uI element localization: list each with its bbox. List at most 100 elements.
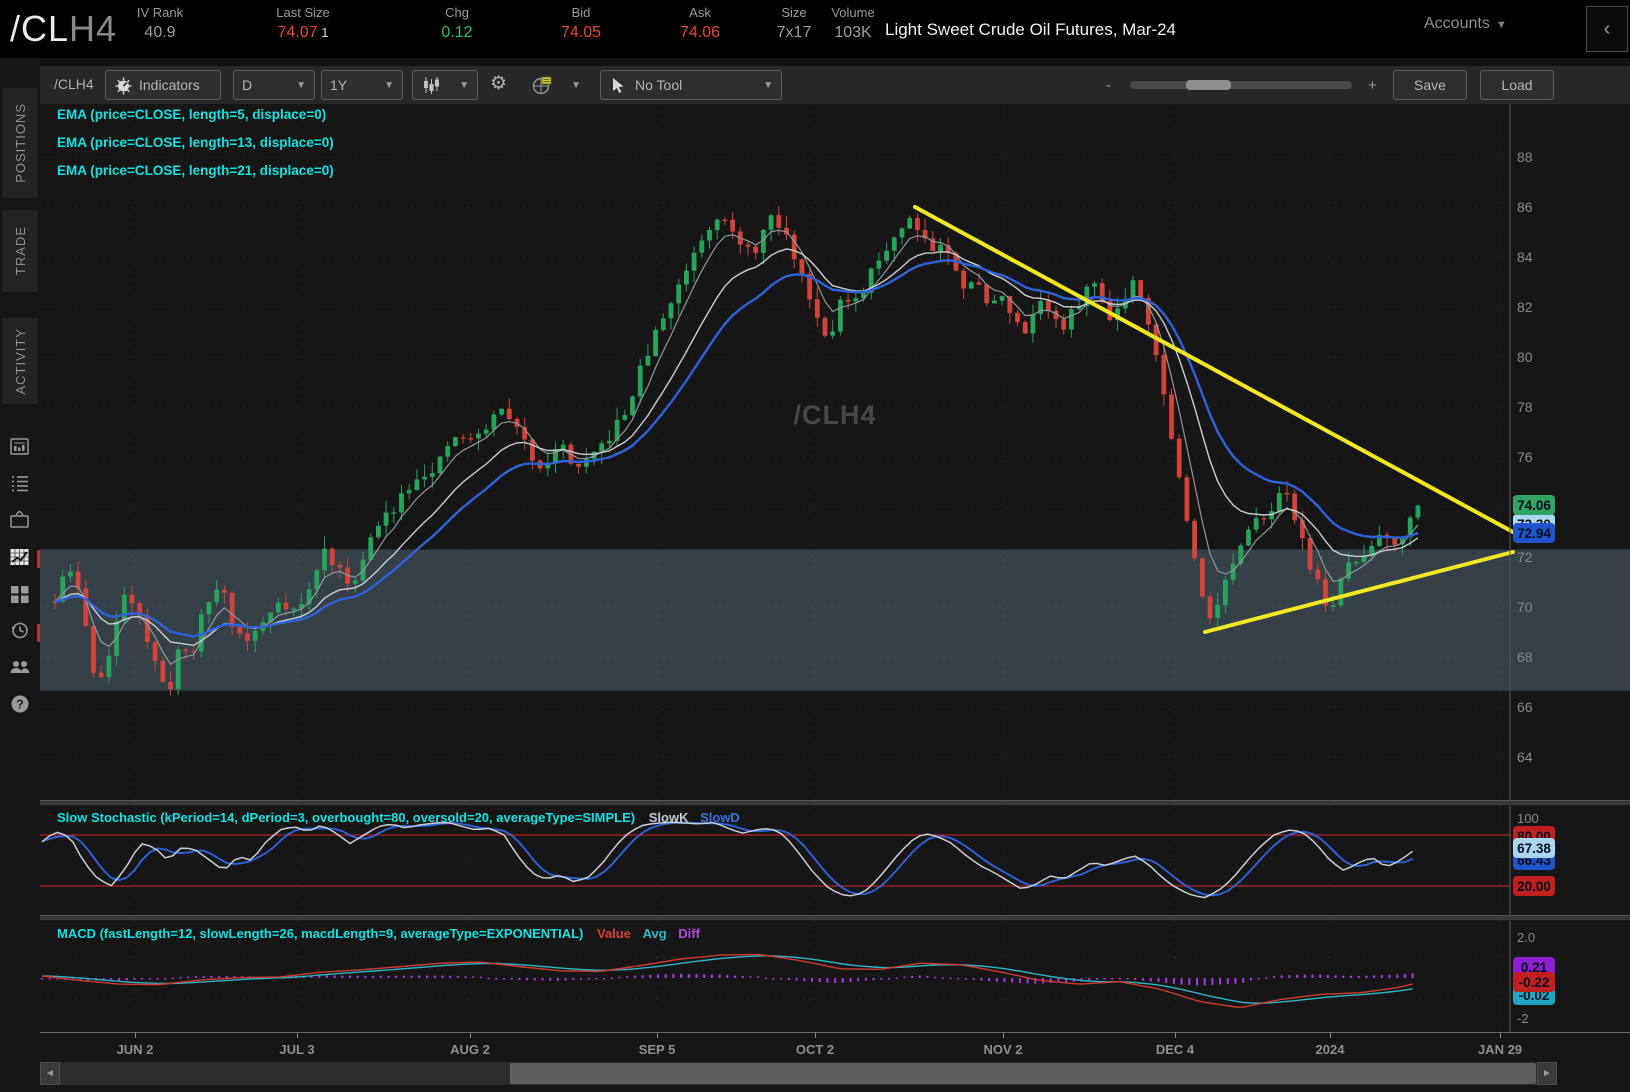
chevron-down-icon: ▼ [459, 79, 469, 91]
accounts-menu[interactable]: Accounts ▼ [1424, 15, 1507, 33]
tv-icon[interactable] [8, 508, 32, 532]
quote-stat-volume: Volume 103K [831, 5, 875, 41]
chevron-left-icon: ‹ [1603, 17, 1611, 40]
macd-avg-legend: Avg [642, 926, 667, 941]
drawing-tool-dropdown[interactable]: No Tool ▼ [600, 70, 782, 100]
chevron-down-icon: ▼ [1495, 19, 1507, 31]
price-axis-label: 88 [1517, 149, 1533, 165]
time-axis-label: AUG 2 [450, 1042, 490, 1057]
stochastic-study-label[interactable]: Slow Stochastic (kPeriod=14, dPeriod=3, … [57, 810, 635, 825]
quote-stat-last-size: Last Size 74.07 1 [276, 5, 330, 41]
macd-value-legend: Value [597, 926, 631, 941]
indicators-label: Indicators [139, 77, 200, 93]
price-axis-label: 86 [1517, 199, 1533, 215]
time-axis-tick [815, 1033, 816, 1038]
quote-stat-ask: Ask 74.06 [679, 5, 721, 41]
instrument-description: Light Sweet Crude Oil Futures, Mar-24 [885, 20, 1177, 39]
chevron-down-icon: ▼ [763, 79, 773, 91]
collapse-panel-button[interactable]: ‹ [1586, 6, 1628, 52]
price-axis-label: 84 [1517, 249, 1533, 265]
ema21-study-label[interactable]: EMA (price=CLOSE, length=21, displace=0) [57, 163, 334, 178]
time-axis-tick [470, 1033, 471, 1038]
axis-value-bubble: 72.94 [1513, 523, 1555, 543]
macd-diff-legend: Diff [678, 926, 700, 941]
macd-axis-label: -2 [1517, 1011, 1529, 1026]
chart-toolbar: /CLH4 Indicators D ▼ 1Y ▼ ▼ ⚙ ▼ No Tool ▼ - [40, 66, 1630, 104]
history-icon[interactable] [8, 618, 32, 642]
scrollbar-thumb[interactable] [510, 1063, 1536, 1084]
symbol-title: /CLH4 [10, 8, 118, 49]
price-axis-label: 82 [1517, 299, 1533, 315]
scroll-left-button[interactable]: ◄ [40, 1062, 60, 1085]
price-axis-label: 76 [1517, 449, 1533, 465]
time-axis-tick [1003, 1033, 1004, 1038]
svg-text:?: ? [16, 698, 24, 712]
chart-scrollbar[interactable]: ◄ ► [40, 1062, 1557, 1085]
macd-study-label[interactable]: MACD (fastLength=12, slowLength=26, macd… [57, 926, 583, 941]
list-icon[interactable] [8, 472, 32, 496]
load-button[interactable]: Load [1480, 70, 1554, 100]
quote-stat-bid: Bid 74.05 [560, 5, 602, 41]
time-axis-tick [1175, 1033, 1176, 1038]
left-sidebar: POSITIONS TRADE ACTIVITY ? [0, 58, 40, 1092]
quote-stat-size: Size 7x17 [776, 5, 812, 41]
axis-value-bubble: -0.22 [1513, 972, 1555, 992]
chevron-down-icon: ▼ [571, 79, 581, 91]
chart-root: 88868482807876747270686664 EMA (price=CL… [40, 104, 1630, 1092]
chevron-down-icon: ▼ [384, 79, 394, 91]
macd-value-line [41, 953, 1413, 1008]
drawn-trendline [913, 205, 1515, 534]
time-axis-label: 2024 [1315, 1042, 1345, 1057]
quote-stat-chg: Chg 0.12 [441, 5, 473, 41]
charts-icon-active[interactable] [8, 545, 32, 569]
cursor-icon [613, 78, 624, 93]
time-axis: JUN 2 JUL 3 AUG 2 SEP 5 OCT 2 NOV 2 DEC 4 2024 J… [40, 1032, 1630, 1063]
time-axis-label: NOV 2 [983, 1042, 1023, 1057]
quote-stat-iv-rank: IV Rank 40.9 [136, 5, 184, 41]
news-icon[interactable] [8, 435, 32, 459]
indicators-button[interactable]: Indicators [105, 70, 221, 100]
axis-value-bubble: 67.38 [1513, 838, 1555, 858]
time-axis-tick [135, 1033, 136, 1038]
price-axis-label: 72 [1517, 549, 1533, 565]
sidebar-tab-activity[interactable]: ACTIVITY [2, 318, 38, 404]
save-button[interactable]: Save [1393, 70, 1467, 100]
ema5-study-label[interactable]: EMA (price=CLOSE, length=5, displace=0) [57, 107, 326, 122]
axis-value-bubble: 74.06 [1513, 495, 1555, 515]
studies-gauge-icon [115, 77, 132, 94]
price-axis-label: 80 [1517, 349, 1533, 365]
zoom-slider[interactable] [1130, 80, 1352, 90]
time-axis-label: JUL 3 [279, 1042, 315, 1057]
candlestick-type-icon [424, 77, 439, 94]
zoom-out-button[interactable]: - [1106, 77, 1111, 94]
time-axis-tick [1330, 1033, 1331, 1038]
price-axis-label: 70 [1517, 599, 1533, 615]
price-axis-label: 66 [1517, 699, 1533, 715]
aggregation-period-dropdown[interactable]: D ▼ [233, 70, 315, 100]
zoom-in-button[interactable]: + [1368, 77, 1377, 94]
pattern-compass-icon [532, 76, 552, 95]
chart-settings-gear-icon[interactable]: ⚙ [490, 72, 507, 95]
zoom-slider-thumb[interactable] [1186, 80, 1231, 90]
macd-axis-label: 2.0 [1517, 930, 1535, 945]
symbol-watermark: /CLH4 [793, 400, 877, 430]
pattern-tool-dropdown[interactable]: ▼ [523, 70, 589, 100]
sidebar-tab-trade[interactable]: TRADE [2, 210, 38, 292]
stochastic-study-row[interactable]: Slow Stochastic (kPeriod=14, dPeriod=3, … [57, 810, 740, 825]
chart-type-dropdown[interactable]: ▼ [412, 70, 478, 100]
grid-icon[interactable] [8, 582, 32, 606]
slowk-legend: SlowK [648, 810, 689, 825]
trading-platform-window: /CLH4 IV Rank 40.9 Last Size 74.07 1 Chg 0.12… [0, 0, 1630, 1092]
time-axis-label: DEC 4 [1155, 1042, 1195, 1057]
ema13-study-label[interactable]: EMA (price=CLOSE, length=13, displace=0) [57, 135, 334, 150]
help-icon[interactable]: ? [8, 692, 32, 716]
price-chart-svg[interactable]: 88868482807876747270686664 [40, 104, 1630, 800]
macd-avg-line [41, 955, 1413, 1004]
scroll-right-button[interactable]: ► [1537, 1062, 1557, 1085]
macd-study-row[interactable]: MACD (fastLength=12, slowLength=26, macd… [57, 926, 700, 941]
axis-value-bubble: 20.00 [1513, 876, 1555, 896]
toolbar-symbol-label: /CLH4 [54, 76, 94, 92]
people-icon[interactable] [8, 654, 32, 678]
sidebar-tab-positions[interactable]: POSITIONS [2, 88, 38, 198]
time-range-dropdown[interactable]: 1Y ▼ [321, 70, 403, 100]
